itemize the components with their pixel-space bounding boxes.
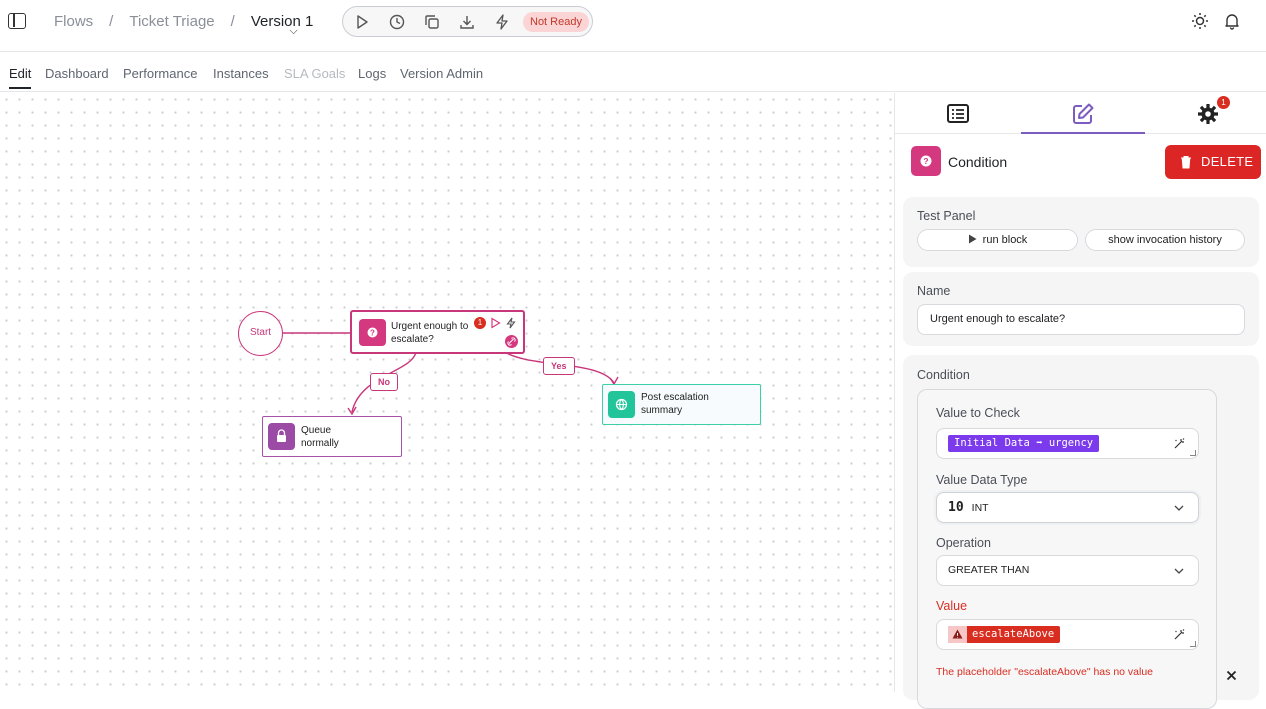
block-settings-panel: 1 ? Condition DELETE Test Panel run bloc… <box>894 93 1266 709</box>
breadcrumb-ticket-triage[interactable]: Ticket Triage <box>129 13 214 30</box>
edge-label-no[interactable]: No <box>370 373 398 391</box>
value-data-type-label: Value Data Type <box>936 473 1028 487</box>
question-icon: ? <box>911 146 941 176</box>
settings-error-badge: 1 <box>1217 96 1230 109</box>
breadcrumb-separator: / <box>109 13 114 30</box>
test-panel-label: Test Panel <box>917 209 976 223</box>
download-icon[interactable] <box>458 13 476 31</box>
value-error-message: The placeholder "escalateAbove" has no v… <box>936 666 1154 678</box>
condition-card: Condition Value to Check Initial Data ➡ … <box>903 355 1259 709</box>
history-clock-icon[interactable] <box>388 13 406 31</box>
edit-icon[interactable] <box>1071 102 1095 126</box>
magic-wand-icon[interactable] <box>1173 437 1186 450</box>
condition-node[interactable]: ? Urgent enough to escalate? 1 <box>350 310 525 354</box>
condition-node-label-2: escalate? <box>391 334 434 345</box>
run-block-button[interactable]: run block <box>917 229 1078 251</box>
condition-node-label-1: Urgent enough to <box>391 321 469 332</box>
value-input[interactable]: escalateAbove <box>936 619 1199 650</box>
tab-performance[interactable]: Performance <box>123 66 197 81</box>
chip-field: urgency <box>1048 437 1094 449</box>
queue-node-label-2: normally <box>301 438 339 449</box>
breadcrumb-version[interactable]: Version 1 <box>251 13 314 30</box>
panel-tabs: 1 <box>895 93 1266 134</box>
arrow-right-icon: ➡ <box>1036 437 1043 449</box>
bell-icon[interactable] <box>1223 12 1241 30</box>
operation-label: Operation <box>936 536 991 550</box>
condition-label: Condition <box>917 368 970 382</box>
node-error-badge: 1 <box>474 317 486 329</box>
list-icon[interactable] <box>946 102 970 126</box>
gear-icon[interactable] <box>1196 102 1220 126</box>
play-icon[interactable] <box>353 13 371 31</box>
condition-editor: Value to Check Initial Data ➡ urgency Va… <box>917 389 1217 709</box>
play-icon <box>968 234 977 244</box>
placeholder-chip[interactable]: escalateAbove <box>948 626 1061 643</box>
value-to-check-label: Value to Check <box>936 406 1020 420</box>
run-node-icon[interactable] <box>490 317 501 329</box>
top-bar: Flows / Ticket Triage / Version 1 ⌵ Not … <box>0 0 1266 52</box>
sidebar-toggle-icon[interactable] <box>8 13 26 29</box>
page-tabs: Edit Dashboard Performance Instances SLA… <box>0 52 1266 92</box>
run-block-label: run block <box>982 234 1028 246</box>
close-icon[interactable] <box>1226 670 1237 681</box>
trash-icon <box>1181 156 1191 169</box>
show-invocation-history-button[interactable]: show invocation history <box>1085 229 1245 251</box>
edge-label-yes[interactable]: Yes <box>543 357 575 375</box>
data-type-value: INT <box>971 502 989 514</box>
queue-node[interactable]: Queue normally <box>262 416 402 457</box>
tab-version-admin[interactable]: Version Admin <box>400 66 483 81</box>
tab-logs[interactable]: Logs <box>358 66 386 81</box>
resize-handle[interactable] <box>1190 450 1196 456</box>
warning-icon <box>948 626 967 643</box>
post-node-label-2: summary <box>641 405 683 416</box>
resize-handle[interactable] <box>1190 641 1196 647</box>
data-reference-chip[interactable]: Initial Data ➡ urgency <box>948 435 1100 452</box>
question-icon: ? <box>359 319 386 346</box>
delete-label: DELETE <box>1201 154 1254 169</box>
post-escalation-node[interactable]: Post escalation summary <box>602 384 761 425</box>
breadcrumb: Flows / Ticket Triage / Version 1 ⌵ <box>54 13 314 37</box>
value-data-type-select[interactable]: 10 INT <box>936 492 1199 523</box>
tab-sla-goals: SLA Goals <box>284 66 346 81</box>
block-title: Condition <box>948 154 1008 170</box>
tab-dashboard[interactable]: Dashboard <box>45 66 109 81</box>
int-type-icon: 10 <box>948 500 964 515</box>
placeholder-chip-label: escalateAbove <box>972 628 1055 640</box>
breadcrumb-flows[interactable]: Flows <box>54 13 93 30</box>
delete-button[interactable]: DELETE <box>1165 145 1261 179</box>
lightning-icon[interactable] <box>493 13 511 31</box>
lock-icon <box>268 423 295 450</box>
chevron-down-icon <box>1174 505 1184 511</box>
name-input[interactable]: Urgent enough to escalate? <box>917 304 1245 335</box>
sun-icon[interactable] <box>1191 12 1209 30</box>
duplicate-icon[interactable] <box>423 13 441 31</box>
name-label: Name <box>917 284 951 298</box>
chevron-down-icon[interactable]: ⌵ <box>289 25 299 37</box>
start-node[interactable]: Start <box>238 311 283 356</box>
chevron-down-icon <box>1174 568 1184 574</box>
active-tab-indicator <box>1021 132 1145 134</box>
flow-toolbar: Not Ready <box>342 6 593 37</box>
queue-node-label-1: Queue <box>301 425 332 436</box>
svg-text:?: ? <box>923 156 928 166</box>
magic-wand-icon[interactable] <box>1173 628 1186 641</box>
status-badge: Not Ready <box>523 12 589 32</box>
globe-icon <box>608 391 635 418</box>
breadcrumb-separator: / <box>230 13 235 30</box>
value-to-check-input[interactable]: Initial Data ➡ urgency <box>936 428 1199 459</box>
test-panel-card: Test Panel run block show invocation his… <box>903 197 1259 267</box>
post-node-label-1: Post escalation <box>641 392 709 403</box>
lightning-icon[interactable] <box>505 317 517 329</box>
operation-value: GREATER THAN <box>948 564 1030 576</box>
operation-select[interactable]: GREATER THAN <box>936 555 1199 586</box>
value-label: Value <box>936 599 968 613</box>
svg-text:?: ? <box>370 329 375 338</box>
chip-source: Initial Data <box>954 437 1030 449</box>
name-card: Name Urgent enough to escalate? <box>903 272 1259 346</box>
tab-edit[interactable]: Edit <box>9 66 32 89</box>
link-icon[interactable] <box>505 335 518 348</box>
tab-instances[interactable]: Instances <box>213 66 269 81</box>
